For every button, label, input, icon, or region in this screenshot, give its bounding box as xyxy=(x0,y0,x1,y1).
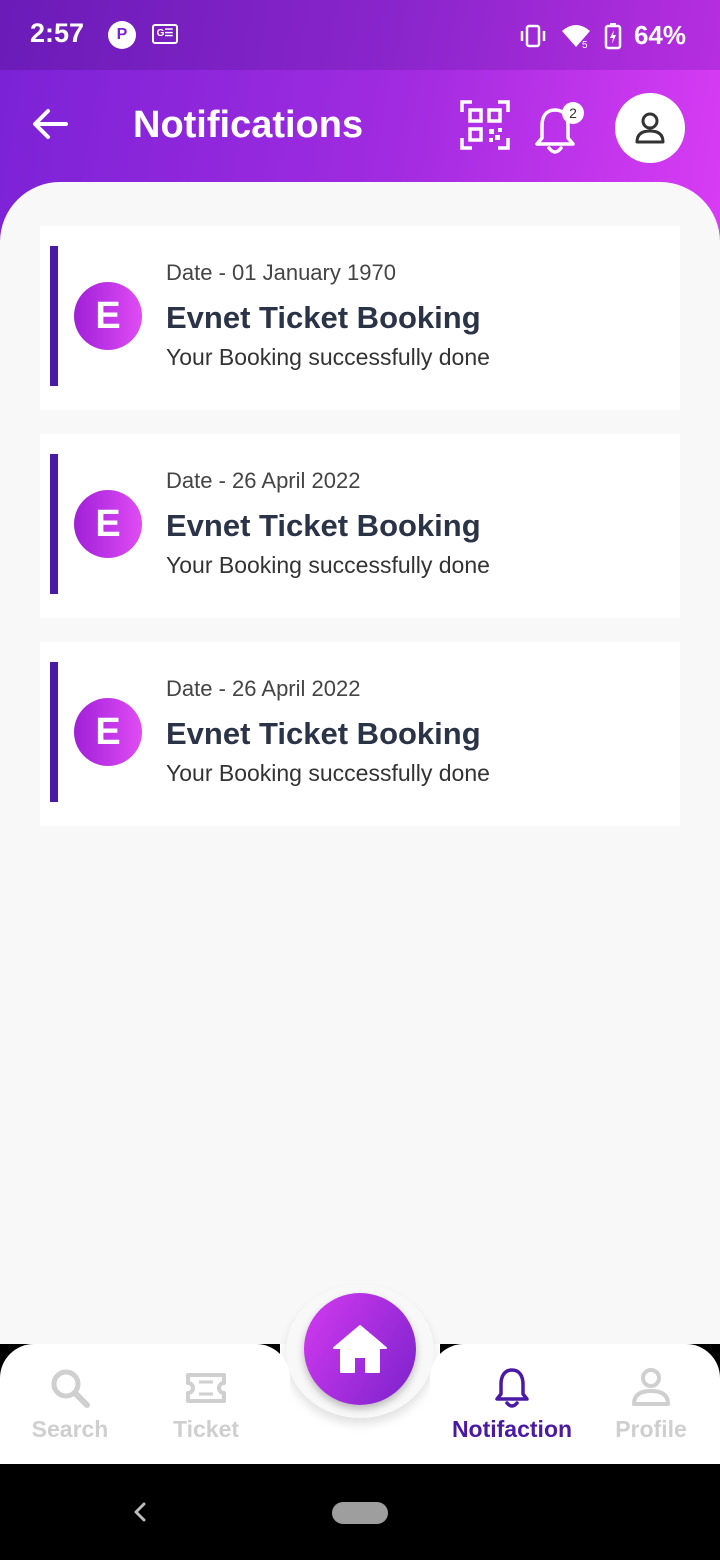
back-button[interactable] xyxy=(26,100,74,148)
ticket-icon xyxy=(186,1373,226,1403)
qr-scan-button[interactable] xyxy=(460,100,510,150)
notifications-panel: E Date - 01 January 1970 Evnet Ticket Bo… xyxy=(0,182,720,1344)
user-icon xyxy=(632,1368,670,1406)
notification-avatar: E xyxy=(74,282,142,350)
battery-percent: 64% xyxy=(633,20,686,50)
notification-message: Your Booking successfully done xyxy=(166,552,490,578)
vibrate-icon xyxy=(520,24,546,47)
battery-charging-icon xyxy=(604,22,622,49)
system-home-pill[interactable] xyxy=(332,1502,388,1524)
nav-item-ticket[interactable]: Ticket xyxy=(136,1344,276,1464)
nav-item-notifaction[interactable]: Notifaction xyxy=(442,1344,582,1464)
back-arrow-icon xyxy=(33,109,68,139)
notification-title: Evnet Ticket Booking xyxy=(166,508,481,543)
status-time: 2:57 xyxy=(30,18,85,48)
card-accent-bar xyxy=(50,454,58,594)
home-button[interactable] xyxy=(304,1293,416,1405)
bell-icon xyxy=(495,1368,529,1408)
page-title: Notifications xyxy=(133,104,364,146)
system-navigation-bar xyxy=(0,1464,720,1560)
wifi-icon: 5 xyxy=(561,24,590,49)
card-accent-bar xyxy=(50,246,58,386)
notification-count-badge: 2 xyxy=(562,102,584,124)
notification-message: Your Booking successfully done xyxy=(166,760,490,786)
notification-avatar: E xyxy=(74,490,142,558)
notification-card[interactable]: E Date - 01 January 1970 Evnet Ticket Bo… xyxy=(40,226,680,410)
notifications-button[interactable]: 2 xyxy=(532,102,584,158)
card-accent-bar xyxy=(50,662,58,802)
status-bar: 2:57 P G☰ 5 64% xyxy=(0,0,720,70)
svg-text:5: 5 xyxy=(582,40,588,49)
notification-date: Date - 01 January 1970 xyxy=(166,260,396,285)
nav-label-profile: Profile xyxy=(615,1416,687,1442)
notification-date: Date - 26 April 2022 xyxy=(166,676,361,701)
app-notification-icon-2: G☰ xyxy=(152,24,178,44)
nav-item-search[interactable]: Search xyxy=(0,1344,140,1464)
nav-label-notifaction: Notifaction xyxy=(451,1416,573,1442)
nav-label-ticket: Ticket xyxy=(172,1416,240,1442)
nav-item-profile[interactable]: Profile xyxy=(581,1344,720,1464)
notification-message: Your Booking successfully done xyxy=(166,344,490,370)
home-icon xyxy=(333,1325,387,1373)
qr-code-icon xyxy=(460,100,510,150)
notification-avatar: E xyxy=(74,698,142,766)
search-icon xyxy=(51,1369,90,1408)
notification-title: Evnet Ticket Booking xyxy=(166,716,481,751)
notification-card[interactable]: E Date - 26 April 2022 Evnet Ticket Book… xyxy=(40,642,680,826)
status-indicators: 5 64% xyxy=(518,20,686,51)
system-back-icon[interactable] xyxy=(126,1494,152,1530)
app-bar: Notifications 2 xyxy=(0,70,720,182)
user-icon xyxy=(635,112,665,144)
notification-date: Date - 26 April 2022 xyxy=(166,468,361,493)
nav-label-search: Search xyxy=(31,1416,109,1442)
notification-card[interactable]: E Date - 26 April 2022 Evnet Ticket Book… xyxy=(40,434,680,618)
app-notification-icon: P xyxy=(108,21,136,49)
profile-avatar-button[interactable] xyxy=(615,93,685,163)
notification-title: Evnet Ticket Booking xyxy=(166,300,481,335)
